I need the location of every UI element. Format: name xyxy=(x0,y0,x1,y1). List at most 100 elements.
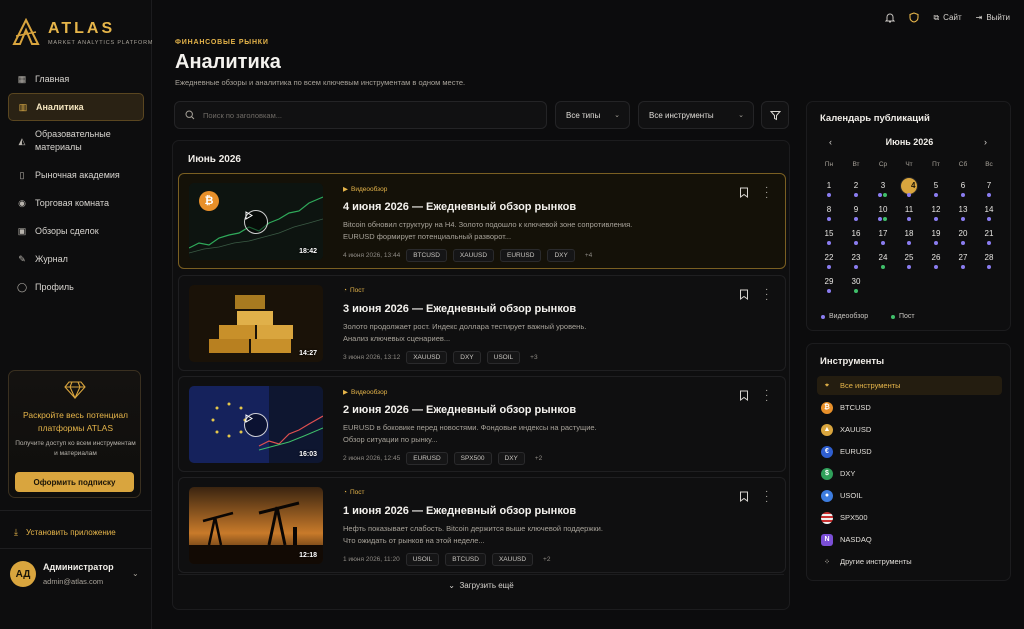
calendar-day[interactable]: 3 xyxy=(872,181,894,190)
instrument-tag[interactable]: BTCUSD xyxy=(445,553,486,566)
sidebar-item-education[interactable]: ◭ Образовательные материалы xyxy=(8,121,144,161)
review-card[interactable]: 12:18 ◔ Пост 1 июня 2026 — Ежедневный обз… xyxy=(178,477,786,573)
instrument-tag[interactable]: DXY xyxy=(453,351,481,364)
sidebar-item-trade-reviews[interactable]: ▣ Обзоры сделок xyxy=(8,217,144,245)
play-icon[interactable] xyxy=(244,210,268,234)
logout-link[interactable]: ⇥ Выйти xyxy=(976,13,1010,22)
instrument-tag[interactable]: USOIL xyxy=(405,553,440,566)
calendar-day[interactable]: 10 xyxy=(872,205,894,214)
shield-icon[interactable] xyxy=(909,12,919,23)
instrument-item-all[interactable]: ⌖ Все инструменты xyxy=(817,376,1002,395)
calendar-day[interactable]: 19 xyxy=(925,229,947,238)
calendar-day[interactable]: 9 xyxy=(845,205,867,214)
card-title[interactable]: 3 июня 2026 — Ежедневный обзор рынков xyxy=(343,303,576,315)
instrument-select[interactable]: Все инструменты ⌄ xyxy=(638,101,754,129)
calendar-day[interactable]: 12 xyxy=(925,205,947,214)
instrument-tag[interactable]: DXY xyxy=(547,249,575,262)
play-icon[interactable] xyxy=(244,413,268,437)
chevron-right-icon[interactable]: › xyxy=(984,137,987,147)
instrument-item-usoil[interactable]: ● USOIL xyxy=(817,486,1002,505)
post-thumbnail[interactable]: 12:18 xyxy=(189,487,323,564)
search-box[interactable] xyxy=(174,101,547,129)
calendar-day[interactable]: 18 xyxy=(898,229,920,238)
instrument-item-btcusd[interactable]: ₿ BTCUSD xyxy=(817,398,1002,417)
bookmark-icon[interactable] xyxy=(739,491,749,502)
sidebar-item-analytics[interactable]: ▥ Аналитика xyxy=(8,93,144,121)
search-input[interactable] xyxy=(203,110,523,120)
card-title[interactable]: 4 июня 2026 — Ежедневный обзор рынков xyxy=(343,201,576,213)
calendar-day[interactable]: 24 xyxy=(872,253,894,262)
calendar-day[interactable]: 6 xyxy=(952,181,974,190)
instrument-tag[interactable]: XAUUSD xyxy=(452,249,495,262)
calendar-day[interactable]: 28 xyxy=(978,253,1000,262)
subscribe-button[interactable]: Оформить подписку xyxy=(15,472,134,492)
bookmark-icon[interactable] xyxy=(739,390,749,401)
instrument-tag[interactable]: BTCUSD xyxy=(406,249,447,262)
bell-icon[interactable] xyxy=(885,12,896,23)
sidebar-item-trading-room[interactable]: ◉ Торговая комната xyxy=(8,189,144,217)
sidebar-item-home[interactable]: ▦ Главная xyxy=(8,65,144,93)
sidebar-item-academy[interactable]: ▯ Рыночная академия xyxy=(8,161,144,189)
calendar-day[interactable]: 17 xyxy=(872,229,894,238)
filter-button[interactable] xyxy=(761,101,789,129)
logo[interactable]: ATLAS MARKET ANALYTICS PLATFORM xyxy=(12,18,152,46)
calendar-day[interactable]: 7 xyxy=(978,181,1000,190)
calendar-day[interactable]: 29 xyxy=(818,277,840,286)
card-title[interactable]: 2 июня 2026 — Ежедневный обзор рынков xyxy=(343,404,576,416)
install-app-link[interactable]: ⤓ Установить приложение xyxy=(14,527,116,538)
calendar-day[interactable]: 16 xyxy=(845,229,867,238)
review-card[interactable]: ₿ 18:42 ▶ Видеообзор 4 июня 2026 — Ежедне… xyxy=(178,173,786,269)
instrument-item-spx500[interactable]: SPX500 xyxy=(817,508,1002,527)
calendar-day[interactable]: 15 xyxy=(818,229,840,238)
instrument-tag[interactable]: USOIL xyxy=(486,351,521,364)
instrument-tag[interactable]: DXY xyxy=(497,452,525,465)
type-select[interactable]: Все типы ⌄ xyxy=(555,101,630,129)
calendar-day[interactable]: 14 xyxy=(978,205,1000,214)
review-card[interactable]: 16:03 ▶ Видеообзор 2 июня 2026 — Ежедневн… xyxy=(178,376,786,472)
load-more-button[interactable]: ⌄ Загрузить ещё xyxy=(173,581,789,590)
post-thumbnail[interactable]: 14:27 xyxy=(189,285,323,362)
sidebar-item-profile[interactable]: ◯ Профиль xyxy=(8,273,144,301)
more-tags-count[interactable]: +4 xyxy=(581,252,592,259)
calendar-day[interactable]: 25 xyxy=(898,253,920,262)
video-thumbnail[interactable]: 16:03 xyxy=(189,386,323,463)
calendar-day[interactable]: 8 xyxy=(818,205,840,214)
review-card[interactable]: 14:27 ◔ Пост 3 июня 2026 — Ежедневный обз… xyxy=(178,275,786,371)
instrument-tag[interactable]: XAUUSD xyxy=(491,553,534,566)
instrument-item-dxy[interactable]: $ DXY xyxy=(817,464,1002,483)
calendar-day[interactable]: 23 xyxy=(845,253,867,262)
calendar-day[interactable]: 22 xyxy=(818,253,840,262)
more-options-icon[interactable]: · · · xyxy=(765,487,771,507)
calendar-day[interactable]: 20 xyxy=(952,229,974,238)
bookmark-icon[interactable] xyxy=(739,289,749,300)
calendar-day[interactable]: 5 xyxy=(925,181,947,190)
calendar-day[interactable]: 30 xyxy=(845,277,867,286)
calendar-day[interactable]: 21 xyxy=(978,229,1000,238)
instrument-tag[interactable]: EURUSD xyxy=(406,452,448,465)
card-title[interactable]: 1 июня 2026 — Ежедневный обзор рынков xyxy=(343,505,576,517)
video-thumbnail[interactable]: ₿ 18:42 xyxy=(189,183,323,260)
more-tags-count[interactable]: +2 xyxy=(539,556,550,563)
more-options-icon[interactable]: · · · xyxy=(765,183,771,203)
calendar-day[interactable]: 2 xyxy=(845,181,867,190)
more-tags-count[interactable]: +3 xyxy=(526,354,537,361)
instrument-item-nasdaq[interactable]: N NASDAQ xyxy=(817,530,1002,549)
instrument-tag[interactable]: XAUUSD xyxy=(406,351,448,364)
calendar-day[interactable]: 26 xyxy=(925,253,947,262)
instrument-tag[interactable]: SPX500 xyxy=(453,452,492,465)
sidebar-item-journal[interactable]: ✎ Журнал xyxy=(8,245,144,273)
instrument-item-other[interactable]: ⁘ Другие инструменты xyxy=(817,552,1002,571)
instrument-tag[interactable]: EURUSD xyxy=(500,249,542,262)
more-tags-count[interactable]: +2 xyxy=(531,455,542,462)
more-options-icon[interactable]: · · · xyxy=(765,285,771,305)
calendar-day[interactable]: 13 xyxy=(952,205,974,214)
more-options-icon[interactable]: · · · xyxy=(765,386,771,406)
calendar-day[interactable]: 1 xyxy=(818,181,840,190)
instrument-item-xauusd[interactable]: ▲ XAUUSD xyxy=(817,420,1002,439)
calendar-day[interactable]: 27 xyxy=(952,253,974,262)
instrument-item-eurusd[interactable]: € EURUSD xyxy=(817,442,1002,461)
site-link[interactable]: ⧉ Сайт xyxy=(933,13,961,23)
user-menu[interactable]: АД Администратор admin@atlas.com ⌄ xyxy=(10,561,142,591)
bookmark-icon[interactable] xyxy=(739,187,749,198)
calendar-day[interactable]: 11 xyxy=(898,205,920,214)
